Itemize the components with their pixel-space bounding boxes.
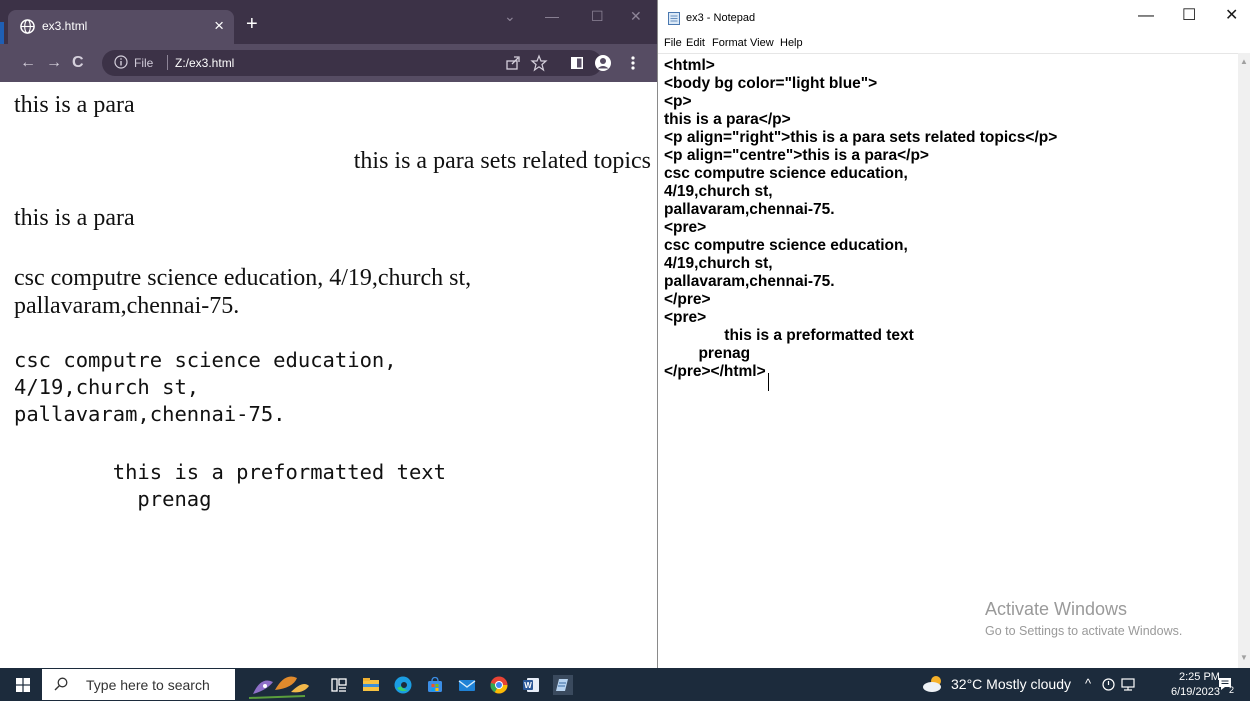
editor-line: csc computre science education,	[664, 237, 908, 254]
address-bar[interactable]: File Z:/ex3.html	[102, 50, 602, 76]
maximize-button[interactable]: ☐	[591, 8, 604, 25]
protocol-label: File	[134, 56, 154, 70]
side-panel-icon[interactable]	[568, 54, 586, 72]
profile-avatar-icon[interactable]	[594, 54, 612, 72]
star-icon[interactable]	[530, 54, 548, 72]
menu-format[interactable]: Format	[712, 37, 747, 49]
chevron-up-icon[interactable]: ^	[1085, 676, 1091, 691]
editor-line: <html>	[664, 57, 715, 74]
menu-file[interactable]: File	[664, 37, 682, 49]
mail-icon[interactable]	[457, 675, 477, 695]
pre-block-1-line-1: csc computre science education,	[14, 348, 397, 372]
network-icon[interactable]	[1120, 677, 1136, 692]
maximize-button[interactable]: ☐	[1182, 6, 1196, 26]
editor-line: <body bg color="light blue">	[664, 75, 878, 92]
svg-text:W: W	[524, 681, 532, 690]
globe-icon	[20, 19, 35, 34]
chevron-down-icon[interactable]: ⌄	[504, 8, 516, 25]
close-button[interactable]: ✕	[630, 8, 642, 25]
editor-line: <p>	[664, 93, 692, 110]
editor-line: <p align="centre">this is a para</p>	[664, 147, 929, 164]
weather-cloud-icon[interactable]	[922, 674, 944, 694]
notepad-icon	[668, 12, 680, 25]
back-button[interactable]: ←	[20, 53, 36, 73]
editor-line: <pre>	[664, 309, 707, 326]
share-icon[interactable]	[504, 54, 522, 72]
paragraph-right-aligned: this is a para sets related topics	[353, 148, 651, 174]
page-viewport: this is a para this is a para sets relat…	[0, 82, 657, 668]
activation-watermark-title: Activate Windows	[985, 599, 1128, 619]
scroll-down-arrow-icon[interactable]: ▼	[1240, 653, 1248, 662]
editor-line: 4/19,church st,	[664, 255, 773, 272]
vertical-scrollbar[interactable]: ▲ ▼	[1238, 53, 1250, 668]
editor-line: </pre>	[664, 291, 711, 308]
activation-watermark-subtitle: Go to Settings to activate Windows.	[985, 624, 1183, 638]
butterfly-search-highlight-icon[interactable]	[245, 670, 313, 700]
pre-block-1-line-2: 4/19,church st,	[14, 375, 200, 399]
editor-line: </pre></html>	[664, 363, 766, 380]
editor-line: csc computre science education,	[664, 165, 908, 182]
notepad-title-bar: ex3 - Notepad — ☐ ✕	[658, 0, 1250, 34]
address-divider	[167, 55, 168, 70]
url-text[interactable]: Z:/ex3.html	[175, 56, 234, 70]
minimize-button[interactable]: —	[545, 8, 559, 24]
info-icon[interactable]	[114, 55, 128, 69]
notepad-taskbar-icon[interactable]	[553, 675, 573, 695]
pre-block-2-line-1: this is a preformatted text	[14, 460, 446, 484]
more-options-icon[interactable]	[624, 54, 642, 72]
reload-button[interactable]: C	[72, 53, 84, 73]
windows-start-icon[interactable]	[16, 678, 30, 692]
editor-line: <p align="right">this is a para sets rel…	[664, 129, 1058, 146]
onedrive-icon[interactable]	[1101, 677, 1116, 692]
word-icon[interactable]: W	[521, 675, 541, 695]
browser-window: ex3.html × + ⌄ — ☐ ✕ ← → C File Z:/ex3.h…	[0, 0, 658, 668]
taskbar-search-box[interactable]: Type here to search	[42, 669, 235, 700]
paragraph-1: this is a para	[14, 92, 135, 118]
editor-line: this is a preformatted text	[664, 327, 914, 344]
tab-close-button[interactable]: ×	[214, 16, 224, 36]
pre-block-2-line-2: prenag	[14, 487, 212, 511]
notification-count-badge: 2	[1229, 685, 1235, 695]
minimize-button[interactable]: —	[1138, 6, 1154, 26]
search-placeholder: Type here to search	[86, 677, 210, 693]
microsoft-store-icon[interactable]	[425, 675, 445, 695]
close-button[interactable]: ✕	[1225, 6, 1238, 26]
notepad-window: ex3 - Notepad — ☐ ✕ File Edit Format Vie…	[658, 0, 1250, 668]
task-view-icon[interactable]	[329, 675, 349, 695]
menu-help[interactable]: Help	[780, 37, 803, 49]
forward-button[interactable]: →	[46, 53, 62, 73]
editor-line: 4/19,church st,	[664, 183, 773, 200]
text-editor[interactable]: <html> <body bg color="light blue"> <p> …	[658, 53, 1238, 669]
clock-time[interactable]: 2:25 PM	[1179, 671, 1220, 683]
edge-browser-icon[interactable]	[393, 675, 413, 695]
new-tab-button[interactable]: +	[246, 14, 258, 34]
notepad-title: ex3 - Notepad	[686, 12, 756, 24]
text-cursor	[768, 373, 769, 391]
search-icon	[54, 677, 68, 691]
weather-text[interactable]: 32°C Mostly cloudy	[951, 676, 1071, 692]
paragraph-3: this is a para	[14, 205, 135, 231]
editor-line: this is a para</p>	[664, 111, 791, 128]
menu-edit[interactable]: Edit	[686, 37, 705, 49]
clock-date[interactable]: 6/19/2023	[1171, 686, 1220, 698]
chrome-icon[interactable]	[489, 675, 509, 695]
tab-title: ex3.html	[42, 19, 88, 33]
editor-line: prenag	[664, 345, 751, 362]
taskbar: Type here to search W 32°C Mostly cloudy…	[0, 668, 1250, 701]
window-accent-strip	[0, 22, 4, 44]
browser-tab[interactable]: ex3.html ×	[8, 10, 234, 44]
menu-view[interactable]: View	[750, 37, 774, 49]
file-explorer-icon[interactable]	[361, 675, 381, 695]
scroll-up-arrow-icon[interactable]: ▲	[1240, 57, 1248, 66]
pre-block-1-line-3: pallavaram,chennai-75.	[14, 402, 286, 426]
address-text-line-2: pallavaram,chennai-75.	[14, 293, 240, 319]
address-text-line-1: csc computre science education, 4/19,chu…	[14, 265, 472, 291]
browser-toolbar: ← → C File Z:/ex3.html	[0, 44, 657, 82]
editor-line: <pre>	[664, 219, 707, 236]
editor-line: pallavaram,chennai-75.	[664, 201, 835, 218]
editor-line: pallavaram,chennai-75.	[664, 273, 835, 290]
